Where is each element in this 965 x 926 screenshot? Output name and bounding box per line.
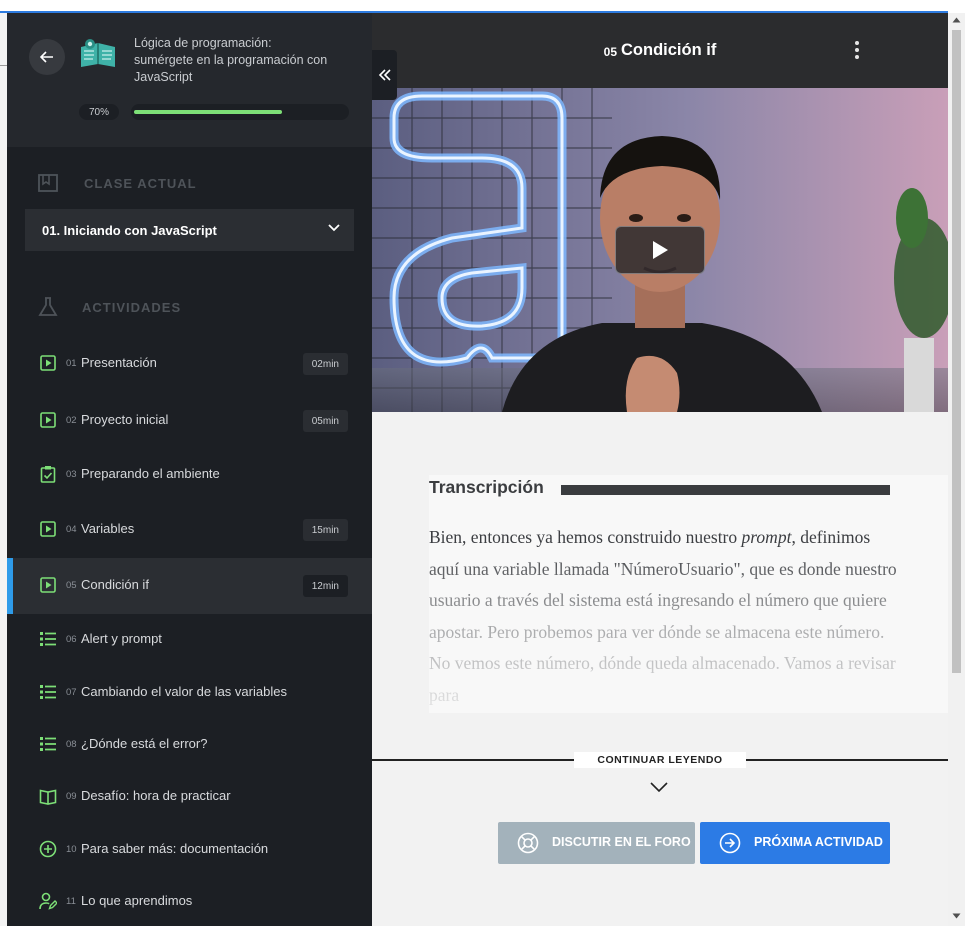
chevron-down-icon[interactable] <box>649 781 669 793</box>
lifebuoy-icon <box>517 832 539 854</box>
activity-duration: 12min <box>302 575 348 597</box>
current-class-select[interactable]: 01. Iniciando con JavaScript <box>25 209 354 251</box>
activity-number: 06 <box>66 634 77 645</box>
play-button[interactable] <box>615 226 705 274</box>
list-icon <box>40 632 56 646</box>
activity-number: 11 <box>66 896 76 907</box>
bookmark-book-icon <box>38 174 58 192</box>
lesson-main: 05 Condición if Transcripción Bien, ento… <box>372 13 948 926</box>
activity-item[interactable]: 01 Presentación 02min <box>7 336 372 392</box>
current-class-value: 01. Iniciando con JavaScript <box>42 222 217 238</box>
activity-title: Para saber más: documentación <box>81 841 269 856</box>
continue-reading-button[interactable]: CONTINUAR LEYENDO <box>574 752 746 768</box>
activity-duration: 02min <box>302 353 348 375</box>
video-player[interactable] <box>372 88 948 412</box>
collapse-sidebar-button[interactable] <box>372 50 397 100</box>
activity-duration: 15min <box>302 519 348 541</box>
progress-bar-fill <box>134 110 282 114</box>
scrollbar-thumb[interactable] <box>952 30 961 673</box>
video-icon <box>40 521 56 537</box>
course-title: Lógica de programación: sumérgete en la … <box>134 36 328 84</box>
transcript-divider <box>561 485 890 495</box>
activity-number: 01 <box>66 358 77 369</box>
clipboard-check-icon <box>40 466 56 483</box>
transcript-heading: Transcripción <box>429 477 544 497</box>
video-header: 05 Condición if <box>372 13 948 88</box>
activity-title: Preparando el ambiente <box>81 466 220 481</box>
forum-button[interactable]: DISCUTIR EN EL FORO <box>498 822 695 864</box>
transcript-text-part: Bien, entonces ya hemos construido nuest… <box>429 527 742 547</box>
activities-label: ACTIVIDADES <box>82 300 182 315</box>
activity-duration: 05min <box>302 410 348 432</box>
activity-number: 04 <box>66 524 77 535</box>
next-activity-label: PRÓXIMA ACTIVIDAD <box>754 835 883 849</box>
chevron-down-icon <box>328 224 340 232</box>
video-title: Condición if <box>621 41 717 59</box>
activity-item[interactable]: 04 Variables 15min <box>7 502 372 558</box>
browser-top-bar <box>0 0 965 13</box>
activity-number: 07 <box>66 687 77 698</box>
activity-item[interactable]: 07 Cambiando el valor de las variables <box>7 665 372 721</box>
arrow-right-circle-icon <box>719 832 741 854</box>
activity-title: Lo que aprendimos <box>81 893 193 908</box>
course-sidebar: Lógica de programación: sumérgete en la … <box>7 13 372 926</box>
video-number: 05 <box>603 44 618 59</box>
user-edit-icon <box>39 892 57 910</box>
flask-icon <box>38 297 58 316</box>
activity-number: 10 <box>66 844 77 855</box>
video-icon <box>40 577 56 593</box>
activity-number: 08 <box>66 739 77 750</box>
transcript-fade <box>429 545 948 713</box>
double-chevron-left-icon <box>378 69 391 81</box>
arrow-left-icon <box>40 51 53 63</box>
activity-item[interactable]: 10 Para saber más: documentación <box>7 822 372 878</box>
activity-title: Proyecto inicial <box>81 412 169 427</box>
activity-number: 02 <box>66 415 77 426</box>
activity-title: Cambiando el valor de las variables <box>81 684 287 699</box>
activity-title: Alert y prompt <box>81 631 162 646</box>
back-button[interactable] <box>29 39 65 75</box>
activity-title: Variables <box>81 521 135 536</box>
edge-mark <box>0 65 7 66</box>
activity-item[interactable]: 08 ¿Dónde está el error? <box>7 717 372 773</box>
video-icon <box>40 412 56 428</box>
scroll-down-icon[interactable] <box>952 913 961 919</box>
activity-item[interactable]: 09 Desafío: hora de practicar <box>7 769 372 825</box>
list-icon <box>40 737 56 751</box>
activity-item[interactable]: 06 Alert y prompt <box>7 612 372 668</box>
current-class-label: CLASE ACTUAL <box>84 176 197 191</box>
course-book-icon <box>81 39 115 67</box>
next-activity-button[interactable]: PRÓXIMA ACTIVIDAD <box>700 822 890 864</box>
progress-bar <box>131 104 349 120</box>
activity-item[interactable]: 02 Proyecto inicial 05min <box>7 393 372 449</box>
activity-title: Presentación <box>81 355 157 370</box>
transcript-section: Transcripción Bien, entonces ya hemos co… <box>429 475 948 713</box>
progress-percent: 70% <box>79 104 119 120</box>
activity-number: 03 <box>66 469 77 480</box>
transcript-text-italic: prompt <box>741 527 792 547</box>
play-icon <box>653 241 668 259</box>
book-open-icon <box>39 789 57 805</box>
more-options-icon[interactable] <box>854 41 860 59</box>
activity-title: Condición if <box>81 577 149 592</box>
activity-title: Desafío: hora de practicar <box>81 788 231 803</box>
activity-number: 09 <box>66 791 77 802</box>
course-header: Lógica de programación: sumérgete en la … <box>7 13 372 147</box>
forum-button-label: DISCUTIR EN EL FORO <box>552 835 691 849</box>
page-scrollbar[interactable] <box>948 13 965 926</box>
activity-title: ¿Dónde está el error? <box>81 736 208 751</box>
activity-item[interactable]: 11 Lo que aprendimos <box>7 874 372 926</box>
plus-circle-icon <box>39 840 57 858</box>
activity-number: 05 <box>66 580 77 591</box>
scroll-up-icon[interactable] <box>952 17 961 23</box>
window-left-edge <box>0 13 7 926</box>
video-icon <box>40 355 56 371</box>
activity-item[interactable]: 03 Preparando el ambiente <box>7 447 372 503</box>
list-icon <box>40 685 56 699</box>
activity-item[interactable]: 05 Condición if 12min <box>7 558 372 614</box>
